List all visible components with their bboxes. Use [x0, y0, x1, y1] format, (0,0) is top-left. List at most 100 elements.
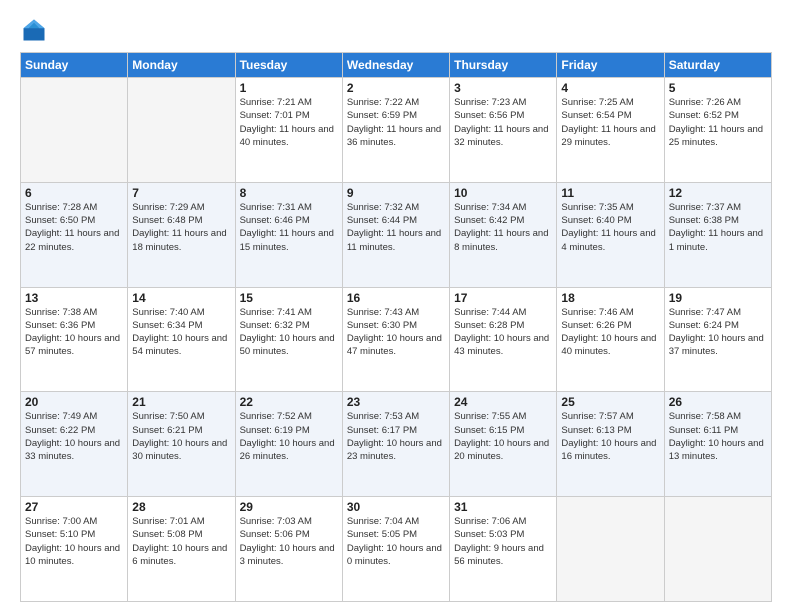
calendar-cell — [664, 497, 771, 602]
day-number: 11 — [561, 186, 659, 200]
day-info: Sunrise: 7:53 AMSunset: 6:17 PMDaylight:… — [347, 410, 445, 463]
day-number: 23 — [347, 395, 445, 409]
day-info: Sunrise: 7:47 AMSunset: 6:24 PMDaylight:… — [669, 306, 767, 359]
calendar-cell: 24Sunrise: 7:55 AMSunset: 6:15 PMDayligh… — [450, 392, 557, 497]
day-number: 20 — [25, 395, 123, 409]
day-info: Sunrise: 7:01 AMSunset: 5:08 PMDaylight:… — [132, 515, 230, 568]
calendar-week-1: 1Sunrise: 7:21 AMSunset: 7:01 PMDaylight… — [21, 78, 772, 183]
day-number: 24 — [454, 395, 552, 409]
day-info: Sunrise: 7:37 AMSunset: 6:38 PMDaylight:… — [669, 201, 767, 254]
day-number: 22 — [240, 395, 338, 409]
day-number: 10 — [454, 186, 552, 200]
day-info: Sunrise: 7:03 AMSunset: 5:06 PMDaylight:… — [240, 515, 338, 568]
day-number: 8 — [240, 186, 338, 200]
calendar-cell: 5Sunrise: 7:26 AMSunset: 6:52 PMDaylight… — [664, 78, 771, 183]
day-number: 27 — [25, 500, 123, 514]
calendar-cell — [21, 78, 128, 183]
day-number: 14 — [132, 291, 230, 305]
day-number: 30 — [347, 500, 445, 514]
calendar-cell: 17Sunrise: 7:44 AMSunset: 6:28 PMDayligh… — [450, 287, 557, 392]
calendar-body: 1Sunrise: 7:21 AMSunset: 7:01 PMDaylight… — [21, 78, 772, 602]
calendar-cell: 25Sunrise: 7:57 AMSunset: 6:13 PMDayligh… — [557, 392, 664, 497]
logo-icon — [20, 16, 48, 44]
day-info: Sunrise: 7:25 AMSunset: 6:54 PMDaylight:… — [561, 96, 659, 149]
day-number: 21 — [132, 395, 230, 409]
day-info: Sunrise: 7:46 AMSunset: 6:26 PMDaylight:… — [561, 306, 659, 359]
calendar: SundayMondayTuesdayWednesdayThursdayFrid… — [20, 52, 772, 602]
header — [20, 16, 772, 44]
day-info: Sunrise: 7:04 AMSunset: 5:05 PMDaylight:… — [347, 515, 445, 568]
day-info: Sunrise: 7:43 AMSunset: 6:30 PMDaylight:… — [347, 306, 445, 359]
day-header-saturday: Saturday — [664, 53, 771, 78]
day-info: Sunrise: 7:34 AMSunset: 6:42 PMDaylight:… — [454, 201, 552, 254]
day-number: 18 — [561, 291, 659, 305]
day-number: 28 — [132, 500, 230, 514]
calendar-week-5: 27Sunrise: 7:00 AMSunset: 5:10 PMDayligh… — [21, 497, 772, 602]
day-header-sunday: Sunday — [21, 53, 128, 78]
calendar-cell: 12Sunrise: 7:37 AMSunset: 6:38 PMDayligh… — [664, 182, 771, 287]
day-number: 15 — [240, 291, 338, 305]
day-header-thursday: Thursday — [450, 53, 557, 78]
calendar-cell: 14Sunrise: 7:40 AMSunset: 6:34 PMDayligh… — [128, 287, 235, 392]
day-number: 4 — [561, 81, 659, 95]
calendar-cell: 31Sunrise: 7:06 AMSunset: 5:03 PMDayligh… — [450, 497, 557, 602]
calendar-cell: 19Sunrise: 7:47 AMSunset: 6:24 PMDayligh… — [664, 287, 771, 392]
day-header-friday: Friday — [557, 53, 664, 78]
day-info: Sunrise: 7:58 AMSunset: 6:11 PMDaylight:… — [669, 410, 767, 463]
day-info: Sunrise: 7:38 AMSunset: 6:36 PMDaylight:… — [25, 306, 123, 359]
calendar-cell: 8Sunrise: 7:31 AMSunset: 6:46 PMDaylight… — [235, 182, 342, 287]
day-number: 7 — [132, 186, 230, 200]
calendar-cell: 13Sunrise: 7:38 AMSunset: 6:36 PMDayligh… — [21, 287, 128, 392]
day-info: Sunrise: 7:50 AMSunset: 6:21 PMDaylight:… — [132, 410, 230, 463]
calendar-cell: 23Sunrise: 7:53 AMSunset: 6:17 PMDayligh… — [342, 392, 449, 497]
calendar-cell: 4Sunrise: 7:25 AMSunset: 6:54 PMDaylight… — [557, 78, 664, 183]
calendar-cell — [128, 78, 235, 183]
calendar-cell — [557, 497, 664, 602]
day-header-monday: Monday — [128, 53, 235, 78]
day-number: 29 — [240, 500, 338, 514]
day-info: Sunrise: 7:44 AMSunset: 6:28 PMDaylight:… — [454, 306, 552, 359]
calendar-cell: 1Sunrise: 7:21 AMSunset: 7:01 PMDaylight… — [235, 78, 342, 183]
calendar-cell: 20Sunrise: 7:49 AMSunset: 6:22 PMDayligh… — [21, 392, 128, 497]
calendar-cell: 11Sunrise: 7:35 AMSunset: 6:40 PMDayligh… — [557, 182, 664, 287]
day-number: 3 — [454, 81, 552, 95]
day-info: Sunrise: 7:52 AMSunset: 6:19 PMDaylight:… — [240, 410, 338, 463]
day-number: 26 — [669, 395, 767, 409]
calendar-week-4: 20Sunrise: 7:49 AMSunset: 6:22 PMDayligh… — [21, 392, 772, 497]
calendar-cell: 29Sunrise: 7:03 AMSunset: 5:06 PMDayligh… — [235, 497, 342, 602]
day-info: Sunrise: 7:28 AMSunset: 6:50 PMDaylight:… — [25, 201, 123, 254]
day-info: Sunrise: 7:41 AMSunset: 6:32 PMDaylight:… — [240, 306, 338, 359]
day-info: Sunrise: 7:49 AMSunset: 6:22 PMDaylight:… — [25, 410, 123, 463]
day-info: Sunrise: 7:29 AMSunset: 6:48 PMDaylight:… — [132, 201, 230, 254]
calendar-cell: 30Sunrise: 7:04 AMSunset: 5:05 PMDayligh… — [342, 497, 449, 602]
day-info: Sunrise: 7:35 AMSunset: 6:40 PMDaylight:… — [561, 201, 659, 254]
day-header-tuesday: Tuesday — [235, 53, 342, 78]
calendar-cell: 28Sunrise: 7:01 AMSunset: 5:08 PMDayligh… — [128, 497, 235, 602]
day-info: Sunrise: 7:22 AMSunset: 6:59 PMDaylight:… — [347, 96, 445, 149]
day-info: Sunrise: 7:40 AMSunset: 6:34 PMDaylight:… — [132, 306, 230, 359]
day-number: 1 — [240, 81, 338, 95]
day-number: 12 — [669, 186, 767, 200]
calendar-cell: 16Sunrise: 7:43 AMSunset: 6:30 PMDayligh… — [342, 287, 449, 392]
day-number: 16 — [347, 291, 445, 305]
calendar-week-2: 6Sunrise: 7:28 AMSunset: 6:50 PMDaylight… — [21, 182, 772, 287]
calendar-cell: 2Sunrise: 7:22 AMSunset: 6:59 PMDaylight… — [342, 78, 449, 183]
day-number: 19 — [669, 291, 767, 305]
day-info: Sunrise: 7:32 AMSunset: 6:44 PMDaylight:… — [347, 201, 445, 254]
day-number: 13 — [25, 291, 123, 305]
calendar-cell: 9Sunrise: 7:32 AMSunset: 6:44 PMDaylight… — [342, 182, 449, 287]
day-info: Sunrise: 7:55 AMSunset: 6:15 PMDaylight:… — [454, 410, 552, 463]
logo — [20, 16, 52, 44]
page: SundayMondayTuesdayWednesdayThursdayFrid… — [0, 0, 792, 612]
day-info: Sunrise: 7:23 AMSunset: 6:56 PMDaylight:… — [454, 96, 552, 149]
day-number: 31 — [454, 500, 552, 514]
day-number: 17 — [454, 291, 552, 305]
day-info: Sunrise: 7:31 AMSunset: 6:46 PMDaylight:… — [240, 201, 338, 254]
day-number: 2 — [347, 81, 445, 95]
day-number: 9 — [347, 186, 445, 200]
calendar-cell: 10Sunrise: 7:34 AMSunset: 6:42 PMDayligh… — [450, 182, 557, 287]
calendar-cell: 27Sunrise: 7:00 AMSunset: 5:10 PMDayligh… — [21, 497, 128, 602]
day-info: Sunrise: 7:57 AMSunset: 6:13 PMDaylight:… — [561, 410, 659, 463]
day-info: Sunrise: 7:26 AMSunset: 6:52 PMDaylight:… — [669, 96, 767, 149]
calendar-cell: 22Sunrise: 7:52 AMSunset: 6:19 PMDayligh… — [235, 392, 342, 497]
